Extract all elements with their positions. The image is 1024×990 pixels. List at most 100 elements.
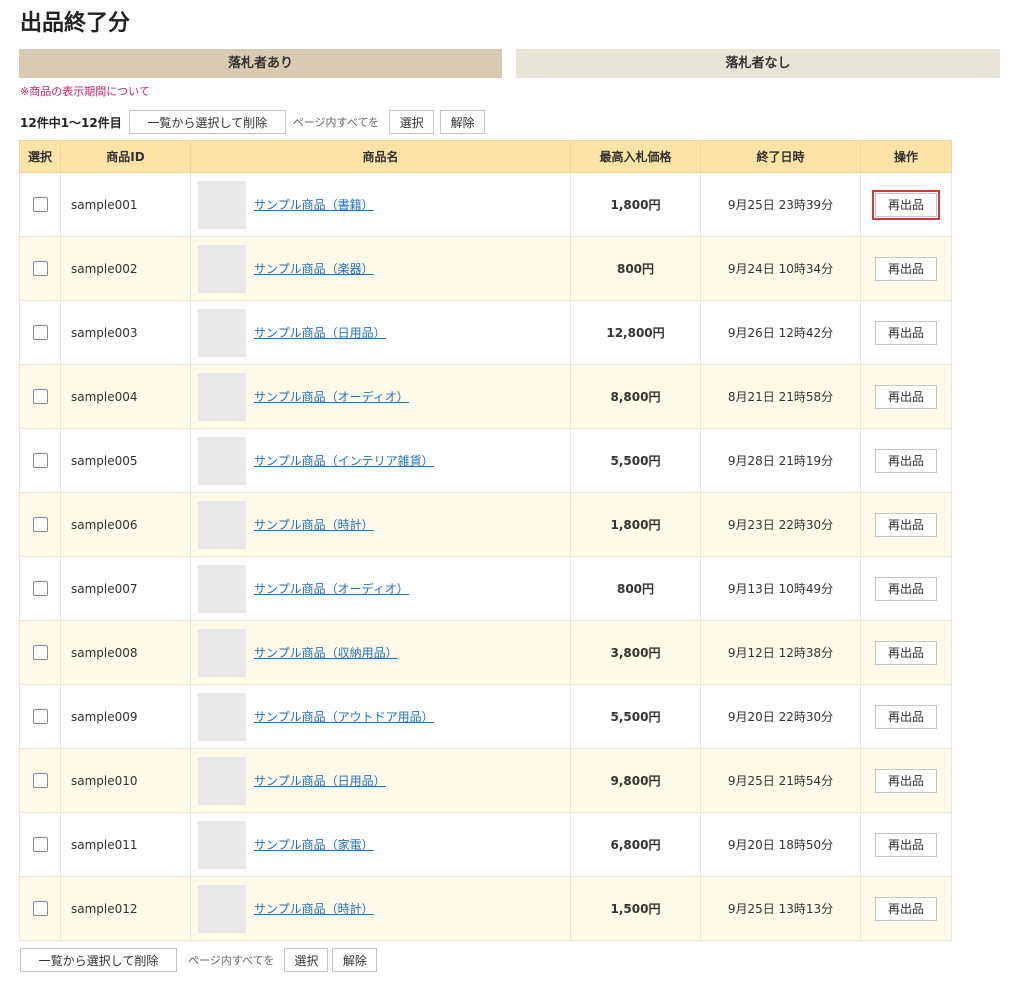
- item-thumbnail[interactable]: [198, 820, 246, 869]
- item-thumbnail[interactable]: [198, 500, 246, 549]
- relist-button[interactable]: 再出品: [875, 256, 937, 281]
- item-name-link[interactable]: サンプル商品（日用品）: [254, 772, 386, 789]
- item-thumbnail[interactable]: [198, 756, 246, 805]
- end-date: 9月28日 21時19分: [700, 428, 861, 493]
- item-name-link[interactable]: サンプル商品（楽器）: [254, 260, 374, 277]
- row-select-cell: [19, 172, 61, 237]
- item-name-link[interactable]: サンプル商品（家電）: [254, 836, 374, 853]
- item-thumbnail[interactable]: [198, 564, 246, 613]
- item-name-cell: サンプル商品（アウトドア用品）: [190, 684, 571, 749]
- table-row: sample009 サンプル商品（アウトドア用品） 5,500円 9月20日 22時3…: [19, 684, 952, 749]
- relist-button[interactable]: 再出品: [875, 384, 937, 409]
- row-checkbox[interactable]: [32, 773, 48, 788]
- items-table: 選択 商品ID 商品名 最高入札価格 終了日時 操作 sample001 サンプル…: [19, 140, 952, 941]
- row-checkbox[interactable]: [32, 197, 48, 212]
- action-cell: 再出品: [860, 172, 952, 237]
- item-id: sample001: [60, 172, 191, 237]
- item-name-wrap: サンプル商品（オーディオ）: [198, 564, 570, 613]
- row-checkbox[interactable]: [32, 517, 48, 532]
- relist-button[interactable]: 再出品: [875, 768, 937, 793]
- end-date: 9月24日 10時34分: [700, 236, 861, 301]
- table-row: sample011 サンプル商品（家電） 6,800円 9月20日 18時50分 再出品: [19, 812, 952, 877]
- max-bid-price: 1,500円: [570, 876, 701, 941]
- action-cell: 再出品: [860, 876, 952, 941]
- item-name-link[interactable]: サンプル商品（時計）: [254, 516, 374, 533]
- row-select-cell: [19, 812, 61, 877]
- tab-with-winner[interactable]: 落札者あり: [19, 49, 502, 78]
- result-count: 12件中1〜12件目: [20, 115, 122, 130]
- item-thumbnail[interactable]: [198, 180, 246, 229]
- row-checkbox[interactable]: [32, 581, 48, 596]
- item-id: sample011: [60, 812, 191, 877]
- table-row: sample008 サンプル商品（収納用品） 3,800円 9月12日 12時38分再…: [19, 620, 952, 685]
- item-name-link[interactable]: サンプル商品（日用品）: [254, 324, 386, 341]
- toolbar-bottom: 一覧から選択して削除 ページ内すべてを 選択 解除: [20, 948, 378, 972]
- row-checkbox[interactable]: [32, 325, 48, 340]
- item-name-link[interactable]: サンプル商品（書籍）: [254, 196, 374, 213]
- relist-button[interactable]: 再出品: [875, 512, 937, 537]
- relist-button[interactable]: 再出品: [875, 448, 937, 473]
- item-thumbnail[interactable]: [198, 436, 246, 485]
- relist-button[interactable]: 再出品: [875, 896, 937, 921]
- relist-button[interactable]: 再出品: [872, 189, 940, 220]
- row-select-cell: [19, 300, 61, 365]
- action-cell: 再出品: [860, 684, 952, 749]
- item-name-link[interactable]: サンプル商品（オーディオ）: [254, 580, 409, 597]
- item-thumbnail[interactable]: [198, 244, 246, 293]
- row-checkbox[interactable]: [32, 389, 48, 404]
- item-thumbnail[interactable]: [198, 372, 246, 421]
- select-all-button[interactable]: 選択: [389, 110, 435, 134]
- row-checkbox[interactable]: [32, 453, 48, 468]
- item-thumbnail[interactable]: [198, 884, 246, 933]
- item-thumbnail[interactable]: [198, 692, 246, 741]
- row-checkbox[interactable]: [32, 709, 48, 724]
- item-name-link[interactable]: サンプル商品（インテリア雑貨）: [254, 452, 434, 469]
- item-name-wrap: サンプル商品（時計）: [198, 884, 570, 933]
- relist-button[interactable]: 再出品: [875, 832, 937, 857]
- relist-button[interactable]: 再出品: [875, 640, 937, 665]
- display-period-notice-link[interactable]: ※商品の表示期間について: [20, 84, 150, 100]
- tab-without-winner[interactable]: 落札者なし: [516, 49, 1000, 78]
- table-row: sample010 サンプル商品（日用品） 9,800円 9月25日 21時54分 再出…: [19, 748, 952, 813]
- item-thumbnail[interactable]: [198, 308, 246, 357]
- max-bid-price: 6,800円: [570, 812, 701, 877]
- item-thumbnail[interactable]: [198, 628, 246, 677]
- row-select-cell: [19, 620, 61, 685]
- action-cell: 再出品: [860, 556, 952, 621]
- item-name-wrap: サンプル商品（時計）: [198, 500, 570, 549]
- item-name-wrap: サンプル商品（アウトドア用品）: [198, 692, 570, 741]
- clear-all-button[interactable]: 解除: [440, 110, 486, 134]
- table-row: sample001 サンプル商品（書籍） 1,800円 9月25日 23時39分 再出品: [19, 172, 952, 237]
- header-select: 選択: [19, 140, 61, 173]
- item-id: sample009: [60, 684, 191, 749]
- table-row: sample006 サンプル商品（時計） 1,800円 9月23日 22時30分 再出品: [19, 492, 952, 557]
- relist-button[interactable]: 再出品: [875, 320, 937, 345]
- item-name-link[interactable]: サンプル商品（アウトドア用品）: [254, 708, 434, 725]
- item-name-wrap: サンプル商品（書籍）: [198, 180, 570, 229]
- item-name-wrap: サンプル商品（収納用品）: [198, 628, 570, 677]
- item-id: sample012: [60, 876, 191, 941]
- item-id: sample004: [60, 364, 191, 429]
- clear-all-button-bottom[interactable]: 解除: [332, 948, 378, 972]
- delete-selected-button[interactable]: 一覧から選択して削除: [128, 110, 286, 134]
- item-name-link[interactable]: サンプル商品（収納用品）: [254, 644, 398, 661]
- relist-button[interactable]: 再出品: [875, 704, 937, 729]
- delete-selected-button-bottom[interactable]: 一覧から選択して削除: [20, 948, 177, 972]
- row-checkbox[interactable]: [32, 645, 48, 660]
- row-checkbox[interactable]: [32, 261, 48, 276]
- max-bid-price: 1,800円: [570, 492, 701, 557]
- header-item-name: 商品名: [190, 140, 571, 173]
- end-date: 9月25日 23時39分: [700, 172, 861, 237]
- row-checkbox[interactable]: [32, 901, 48, 916]
- action-cell: 再出品: [860, 620, 952, 685]
- page-all-label-bottom: ページ内すべてを: [188, 954, 275, 967]
- select-all-button-bottom[interactable]: 選択: [284, 948, 329, 972]
- item-name-wrap: サンプル商品（日用品）: [198, 308, 570, 357]
- end-date: 9月20日 22時30分: [700, 684, 861, 749]
- end-date: 9月13日 10時49分: [700, 556, 861, 621]
- item-name-link[interactable]: サンプル商品（時計）: [254, 900, 374, 917]
- relist-button[interactable]: 再出品: [875, 576, 937, 601]
- table-row: sample004 サンプル商品（オーディオ） 8,800円 8月21日 21時58分…: [19, 364, 952, 429]
- item-name-link[interactable]: サンプル商品（オーディオ）: [254, 388, 409, 405]
- row-checkbox[interactable]: [32, 837, 48, 852]
